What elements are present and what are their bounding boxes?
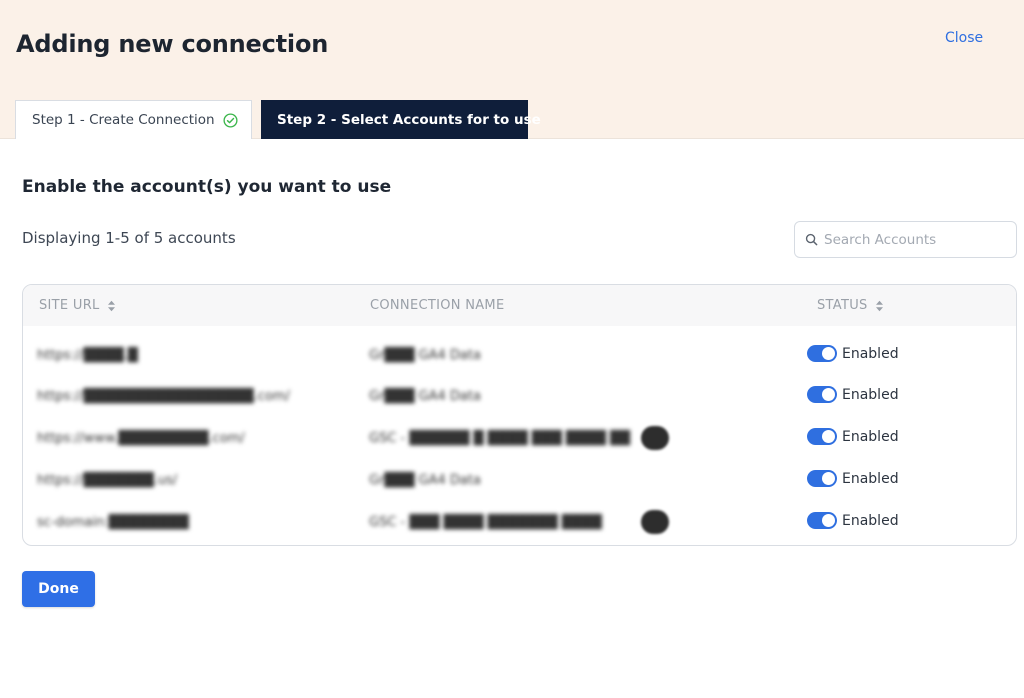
column-header-connection-name: CONNECTION NAME	[370, 298, 504, 313]
status-label: Enabled	[842, 386, 899, 403]
connection-name-cell: Gr███ GA4 Data	[369, 348, 481, 363]
table-row: https://█████████████████.com/ Gr███ GA4…	[23, 375, 1016, 417]
status-cell: Enabled	[807, 512, 899, 529]
column-label: STATUS	[817, 298, 868, 313]
table-header: SITE URL CONNECTION NAME STATUS	[23, 285, 1016, 326]
connection-name-cell: Gr███ GA4 Data	[369, 473, 481, 488]
table-row: https://████.█ Gr███ GA4 Data Enabled	[23, 334, 1016, 376]
table-row: https://www.█████████.com/ GSC - ██████ …	[23, 417, 1016, 459]
site-url-cell: https://█████████████████.com/	[37, 389, 290, 404]
status-label: Enabled	[842, 512, 899, 529]
column-header-status[interactable]: STATUS	[817, 298, 884, 313]
status-label: Enabled	[842, 345, 899, 362]
status-cell: Enabled	[807, 470, 899, 487]
done-button[interactable]: Done	[22, 571, 95, 607]
table-row: https://███████.us/ Gr███ GA4 Data Enabl…	[23, 459, 1016, 501]
status-cell: Enabled	[807, 386, 899, 403]
tab-step-1-label: Step 1 - Create Connection	[32, 112, 215, 128]
tab-step-1[interactable]: Step 1 - Create Connection	[15, 100, 252, 139]
page-header: Adding new connection Close Step 1 - Cre…	[0, 0, 1024, 139]
account-avatar	[641, 426, 669, 450]
column-header-site-url[interactable]: SITE URL	[39, 298, 116, 313]
enabled-toggle[interactable]	[807, 428, 837, 445]
site-url-cell: https://www.█████████.com/	[37, 431, 245, 446]
tab-step-2[interactable]: Step 2 - Select Accounts for to use	[261, 100, 541, 139]
close-link[interactable]: Close	[945, 30, 983, 46]
check-circle-icon	[223, 112, 238, 128]
status-label: Enabled	[842, 470, 899, 487]
enabled-toggle[interactable]	[807, 470, 837, 487]
sort-icon[interactable]	[875, 300, 884, 312]
enabled-toggle[interactable]	[807, 386, 837, 403]
search-icon	[805, 233, 818, 246]
site-url-cell: sc-domain:████████	[37, 515, 189, 530]
display-count: Displaying 1-5 of 5 accounts	[22, 229, 236, 247]
tab-step-2-label: Step 2 - Select Accounts for to use	[277, 111, 541, 128]
status-label: Enabled	[842, 428, 899, 445]
status-cell: Enabled	[807, 428, 899, 445]
enabled-toggle[interactable]	[807, 512, 837, 529]
connection-name-cell: Gr███ GA4 Data	[369, 389, 481, 404]
account-avatar	[641, 510, 669, 534]
connection-name-cell: GSC - ███ ████ ███████ ████	[369, 515, 602, 530]
table-row: sc-domain:████████ GSC - ███ ████ ██████…	[23, 501, 1016, 543]
accounts-table: SITE URL CONNECTION NAME STATUS https://…	[22, 284, 1017, 546]
column-label: CONNECTION NAME	[370, 298, 505, 313]
page-title: Adding new connection	[16, 30, 329, 58]
connection-name-cell: GSC - ██████ █ ████ ███ ████ ██	[369, 431, 630, 446]
site-url-cell: https://████.█	[37, 348, 138, 363]
search-input[interactable]	[824, 231, 1014, 248]
search-box[interactable]	[794, 221, 1017, 258]
status-cell: Enabled	[807, 345, 899, 362]
column-label: SITE URL	[39, 298, 100, 313]
enabled-toggle[interactable]	[807, 345, 837, 362]
sort-icon[interactable]	[107, 300, 116, 312]
site-url-cell: https://███████.us/	[37, 473, 178, 488]
section-heading: Enable the account(s) you want to use	[22, 177, 392, 197]
